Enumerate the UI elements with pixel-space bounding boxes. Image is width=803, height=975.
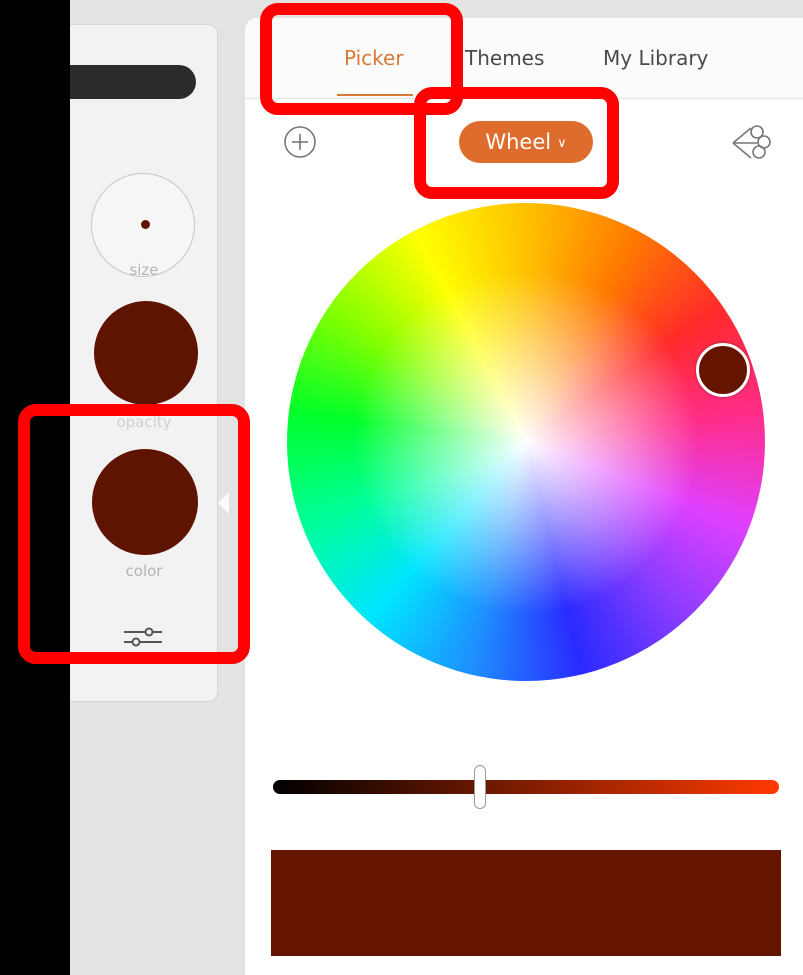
selected-color-swatch	[271, 850, 781, 956]
wheel-mode-button[interactable]: Wheel ∨	[459, 121, 593, 163]
brightness-slider-thumb[interactable]	[474, 765, 487, 809]
chevron-down-icon: ∨	[557, 136, 567, 151]
app-screen: size opacity color Picker Themes My Libr…	[0, 0, 803, 975]
opacity-label: opacity	[116, 413, 172, 431]
tab-bar: Picker Themes My Library	[245, 18, 803, 99]
color-control[interactable]	[92, 449, 198, 555]
size-label: size	[129, 261, 159, 279]
brightness-slider-track[interactable]	[273, 780, 779, 794]
color-wheel-handle[interactable]	[696, 343, 750, 397]
size-indicator-dot	[141, 220, 150, 229]
color-wheel[interactable]	[287, 203, 765, 681]
color-harmony-icon[interactable]	[729, 120, 775, 166]
panel-pointer	[218, 492, 229, 514]
active-tab-indicator	[337, 94, 413, 96]
color-picker-panel: Picker Themes My Library Wheel ∨	[245, 18, 803, 975]
add-circle-icon[interactable]	[283, 125, 317, 159]
tab-themes[interactable]: Themes	[465, 46, 544, 70]
tool-handle-bar[interactable]	[70, 65, 196, 99]
mode-button-label: Wheel	[485, 130, 552, 154]
brush-tool-panel: size opacity color	[70, 24, 218, 702]
color-label: color	[125, 562, 163, 580]
sliders-icon[interactable]	[122, 625, 164, 649]
tab-picker[interactable]: Picker	[344, 46, 404, 70]
tab-my-library[interactable]: My Library	[603, 46, 708, 70]
opacity-control[interactable]	[94, 301, 198, 405]
